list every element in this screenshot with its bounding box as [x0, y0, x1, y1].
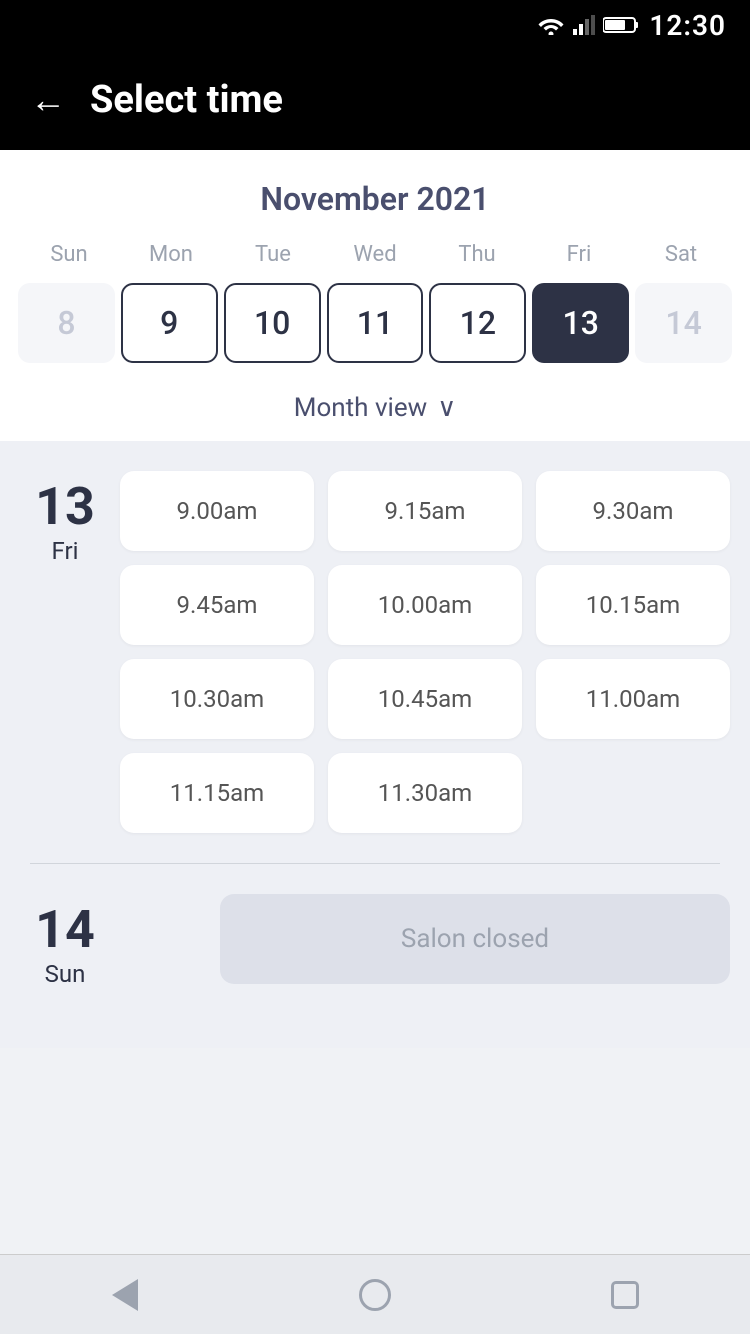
nav-back-button[interactable]	[95, 1265, 155, 1325]
time-slot-1000am[interactable]: 10.00am	[328, 565, 522, 645]
time-slot-1130am[interactable]: 11.30am	[328, 753, 522, 833]
day-header-thu: Thu	[426, 234, 528, 275]
day-header-wed: Wed	[324, 234, 426, 275]
time-slot-1015am[interactable]: 10.15am	[536, 565, 730, 645]
status-time: 12:30	[649, 9, 726, 42]
date-cell-8[interactable]: 8	[18, 283, 115, 363]
wifi-icon	[537, 15, 565, 35]
day-header-mon: Mon	[120, 234, 222, 275]
time-slot-1100am[interactable]: 11.00am	[536, 659, 730, 739]
day-header-fri: Fri	[528, 234, 630, 275]
month-view-label: Month view	[294, 393, 427, 423]
main-content: 13 Fri 9.00am 9.15am 9.30am 9.45am 10.00…	[0, 441, 750, 1048]
back-nav-icon	[112, 1279, 138, 1311]
day-divider	[30, 863, 720, 864]
day-header-tue: Tue	[222, 234, 324, 275]
chevron-down-icon: ∨	[437, 393, 456, 423]
recents-nav-icon	[611, 1281, 639, 1309]
battery-icon	[603, 16, 639, 34]
time-slot-1115am[interactable]: 11.15am	[120, 753, 314, 833]
date-cell-14[interactable]: 14	[635, 283, 732, 363]
day-label-13: 13 Fri	[20, 471, 110, 565]
header: ← Select time	[0, 50, 750, 150]
bottom-nav	[0, 1254, 750, 1334]
salon-closed-label: Salon closed	[220, 894, 730, 984]
day-headers: Sun Mon Tue Wed Thu Fri Sat	[10, 234, 740, 275]
date-cell-9[interactable]: 9	[121, 283, 218, 363]
day-number-13: 13	[35, 481, 95, 533]
month-year-label: November 2021	[10, 170, 740, 234]
page-title: Select time	[90, 78, 283, 122]
date-cell-13[interactable]: 13	[532, 283, 629, 363]
time-slot-1030am[interactable]: 10.30am	[120, 659, 314, 739]
day-header-sun: Sun	[18, 234, 120, 275]
date-cell-11[interactable]: 11	[327, 283, 424, 363]
status-icons	[537, 15, 639, 35]
day-section-13: 13 Fri 9.00am 9.15am 9.30am 9.45am 10.00…	[20, 471, 730, 833]
home-nav-icon	[359, 1279, 391, 1311]
back-button[interactable]: ←	[30, 82, 66, 118]
time-slot-930am[interactable]: 9.30am	[536, 471, 730, 551]
date-row: 8 9 10 11 12 13 14	[10, 275, 740, 379]
day-label-14: 14 Sun	[20, 894, 110, 988]
time-slot-915am[interactable]: 9.15am	[328, 471, 522, 551]
date-cell-12[interactable]: 12	[429, 283, 526, 363]
day-section-14: 14 Sun Salon closed	[20, 894, 730, 988]
date-cell-10[interactable]: 10	[224, 283, 321, 363]
signal-icon	[573, 15, 595, 35]
calendar-section: November 2021 Sun Mon Tue Wed Thu Fri Sa…	[0, 150, 750, 441]
nav-recents-button[interactable]	[595, 1265, 655, 1325]
day-header-sat: Sat	[630, 234, 732, 275]
nav-home-button[interactable]	[345, 1265, 405, 1325]
time-slot-1045am[interactable]: 10.45am	[328, 659, 522, 739]
time-slot-945am[interactable]: 9.45am	[120, 565, 314, 645]
month-view-toggle[interactable]: Month view ∨	[10, 379, 740, 441]
day-number-14: 14	[35, 904, 95, 956]
time-slots-14: Salon closed	[120, 894, 730, 984]
day-name-sun: Sun	[45, 960, 86, 988]
day-name-fri: Fri	[52, 537, 79, 565]
time-slots-13: 9.00am 9.15am 9.30am 9.45am 10.00am 10.1…	[120, 471, 730, 833]
time-grid-13: 9.00am 9.15am 9.30am 9.45am 10.00am 10.1…	[120, 471, 730, 833]
time-slot-900am[interactable]: 9.00am	[120, 471, 314, 551]
status-bar: 12:30	[0, 0, 750, 50]
